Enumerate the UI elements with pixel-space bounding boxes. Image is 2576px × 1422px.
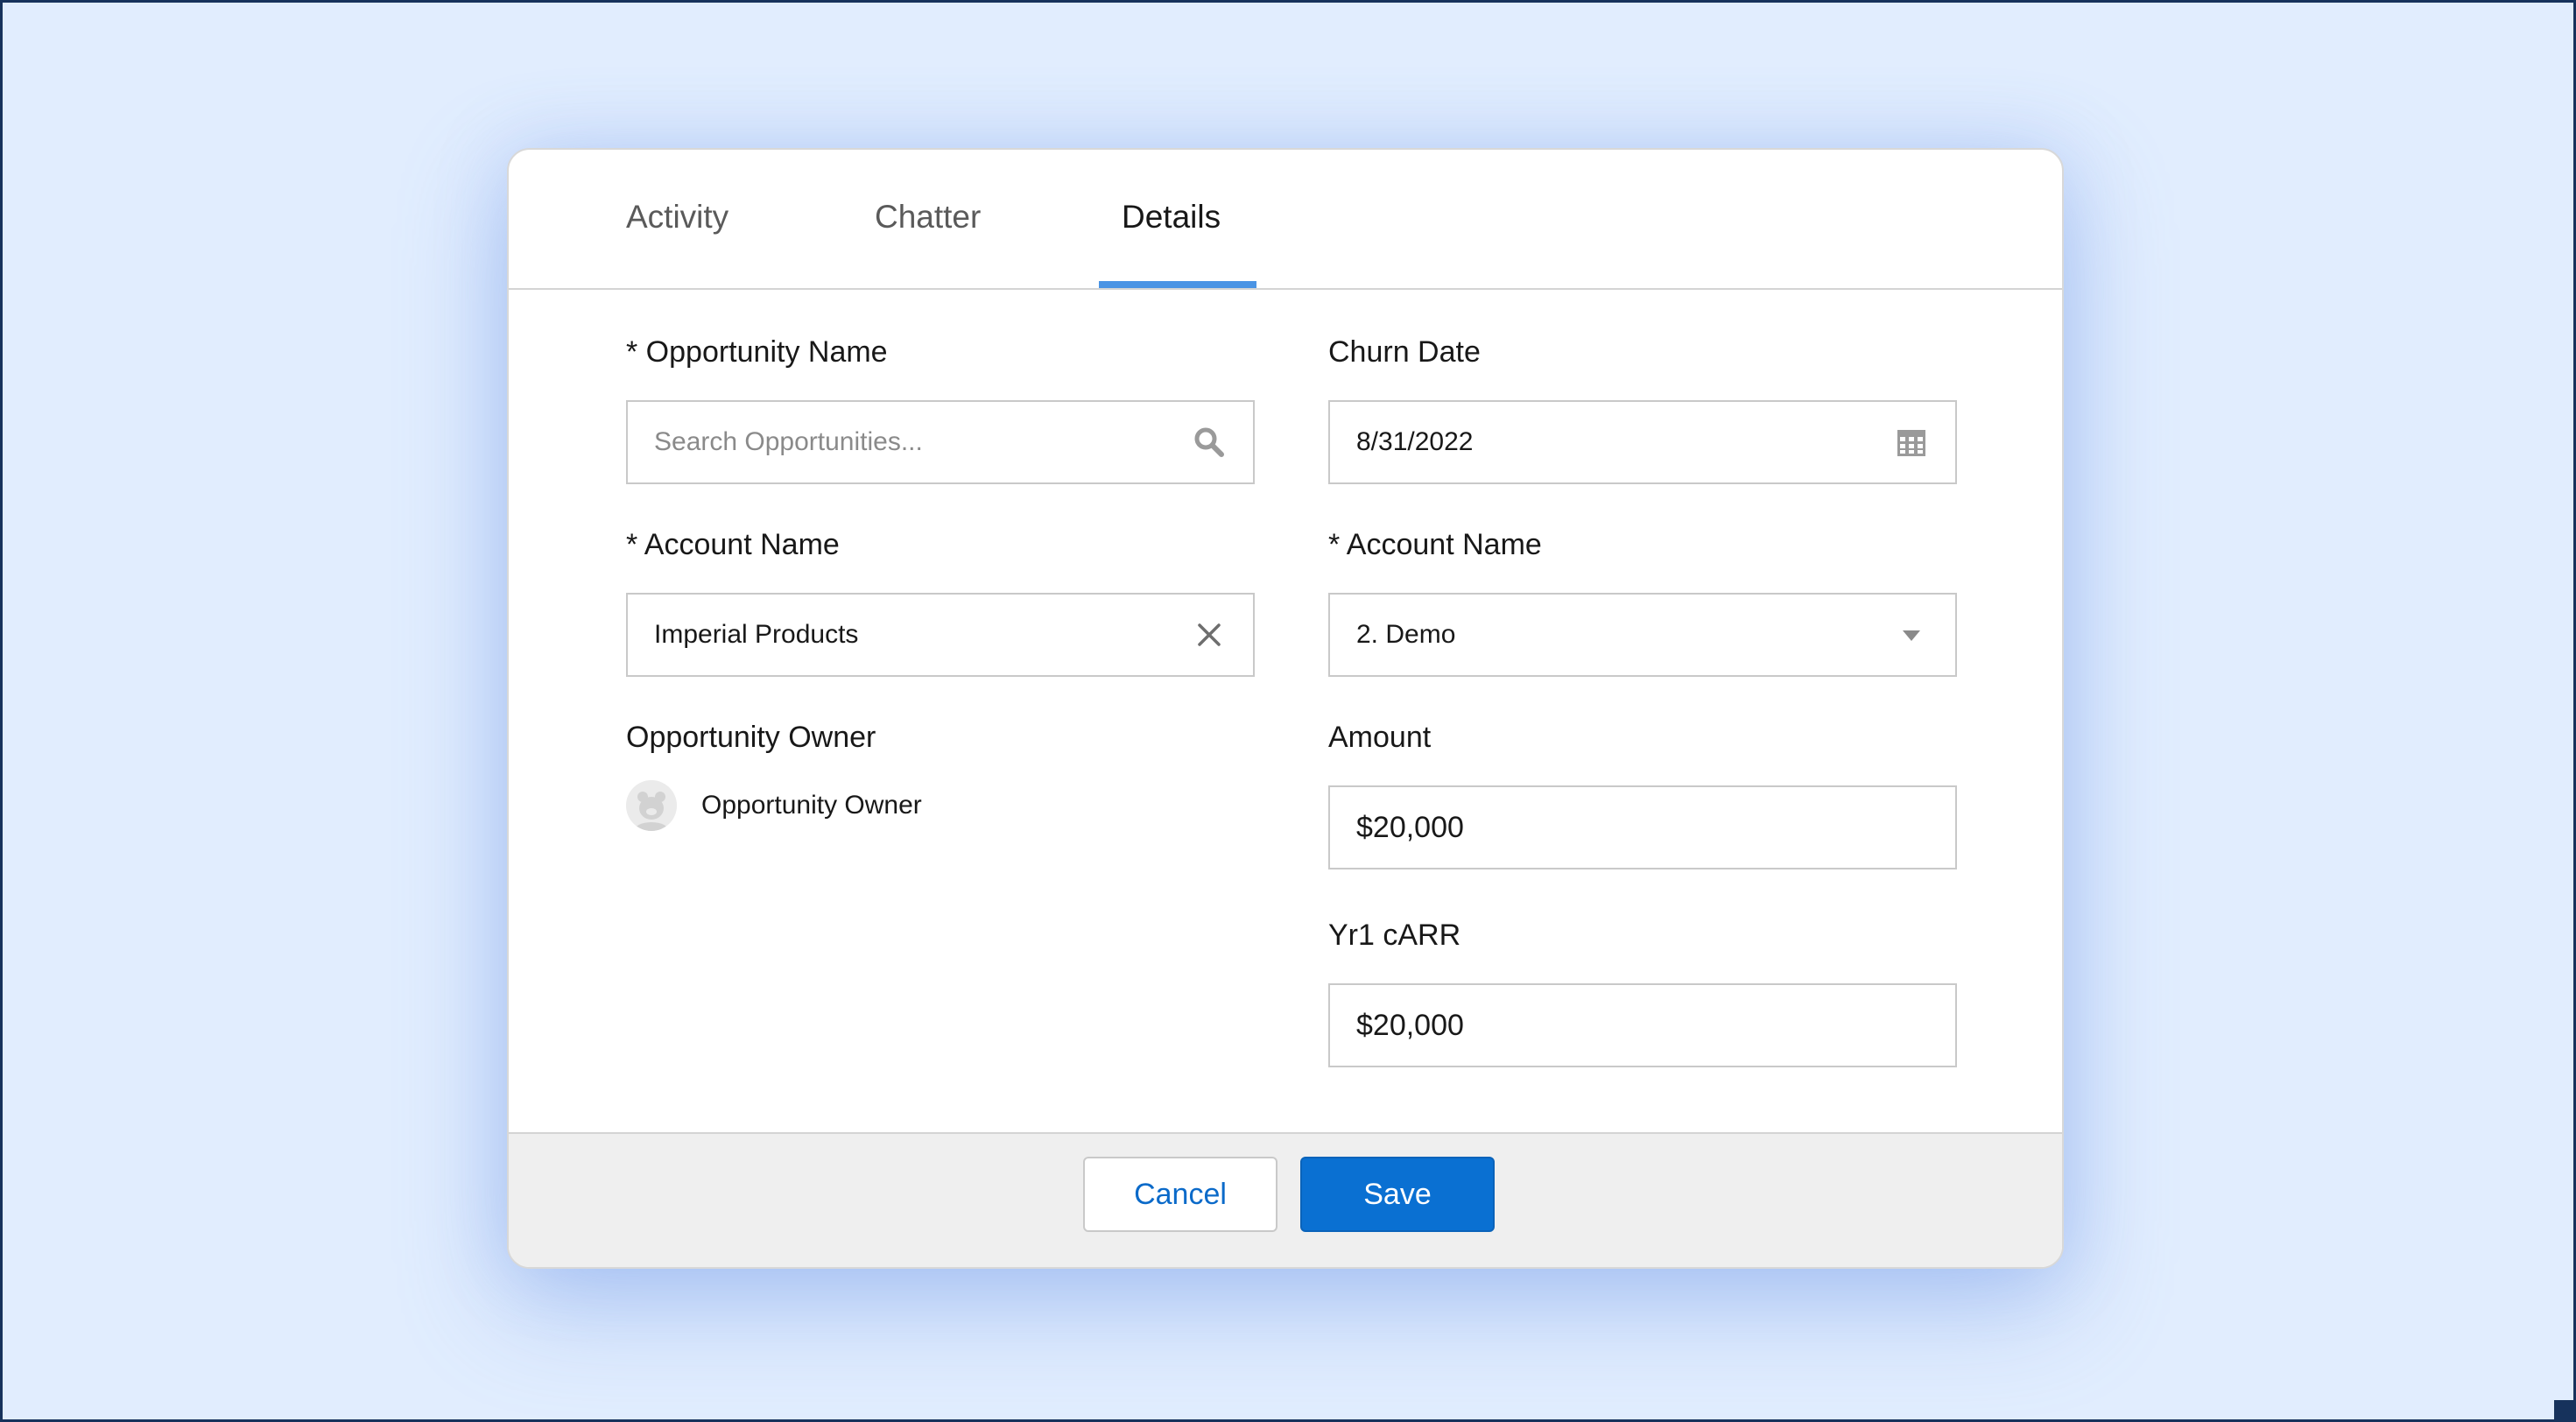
opportunity-name-search-input[interactable]: Search Opportunities... bbox=[626, 400, 1255, 484]
account-name-value-left: Imperial Products bbox=[654, 620, 859, 649]
account-name-select[interactable]: 2. Demo bbox=[1328, 593, 1957, 677]
amount-value: $20,000 bbox=[1356, 811, 1464, 844]
churn-date-value: 8/31/2022 bbox=[1356, 427, 1474, 456]
amount-input[interactable]: $20,000 bbox=[1328, 785, 1957, 869]
tab-activity[interactable]: Activity bbox=[626, 199, 728, 236]
caret-down-icon[interactable] bbox=[1894, 617, 1929, 652]
yr1-carr-label: Yr1 cARR bbox=[1328, 919, 1461, 952]
search-icon[interactable] bbox=[1192, 425, 1227, 460]
amount-label: Amount bbox=[1328, 721, 1432, 754]
tab-bar: Activity Chatter Details bbox=[509, 150, 2062, 290]
avatar-icon bbox=[626, 780, 677, 831]
active-tab-indicator bbox=[1099, 281, 1256, 288]
opportunity-name-label: * Opportunity Name bbox=[626, 335, 888, 369]
details-form: * Opportunity Name Search Opportunities.… bbox=[509, 290, 2062, 1267]
churn-date-input[interactable]: 8/31/2022 bbox=[1328, 400, 1957, 484]
opportunity-name-placeholder: Search Opportunities... bbox=[654, 427, 923, 456]
close-icon[interactable] bbox=[1192, 617, 1227, 652]
save-button[interactable]: Save bbox=[1300, 1157, 1495, 1232]
app-background: Activity Chatter Details * Opportunity N… bbox=[0, 0, 2576, 1422]
tab-details[interactable]: Details bbox=[1122, 199, 1221, 236]
yr1-carr-input[interactable]: $20,000 bbox=[1328, 983, 1957, 1067]
yr1-carr-value: $20,000 bbox=[1356, 1009, 1464, 1042]
account-name-label-right: * Account Name bbox=[1328, 528, 1542, 561]
tab-chatter[interactable]: Chatter bbox=[875, 199, 981, 236]
resize-handle[interactable] bbox=[2554, 1400, 2573, 1419]
opportunity-modal: Activity Chatter Details * Opportunity N… bbox=[507, 148, 2064, 1269]
account-name-lookup-input[interactable]: Imperial Products bbox=[626, 593, 1255, 677]
churn-date-label: Churn Date bbox=[1328, 335, 1481, 369]
account-name-value-right: 2. Demo bbox=[1356, 620, 1456, 649]
opportunity-owner-name[interactable]: Opportunity Owner bbox=[701, 791, 922, 820]
modal-footer: Cancel Save bbox=[509, 1132, 2062, 1267]
calendar-icon[interactable] bbox=[1894, 425, 1929, 460]
account-name-label-left: * Account Name bbox=[626, 528, 840, 561]
opportunity-owner-label: Opportunity Owner bbox=[626, 721, 876, 754]
cancel-button[interactable]: Cancel bbox=[1083, 1157, 1277, 1232]
